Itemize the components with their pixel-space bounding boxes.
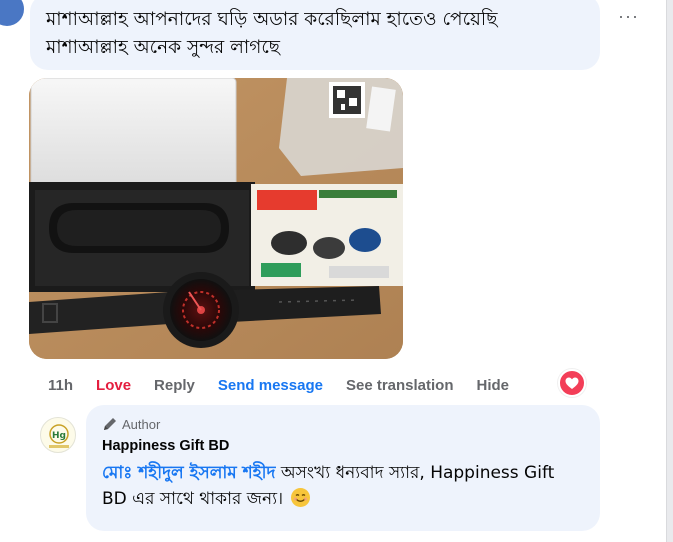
comment-actions: 11h Love Reply Send message See translat… [48, 374, 532, 396]
heart-icon [565, 377, 579, 389]
more-options-icon[interactable]: ··· [618, 6, 639, 27]
comment-text: মাশাআল্লাহ আপনাদের ঘড়ি অডার করেছিলাম হা… [46, 9, 498, 58]
author-badge: Author [102, 415, 584, 433]
reply-bubble: Author Happiness Gift BD মোঃ শহীদুল ইসলা… [86, 405, 600, 531]
mention-link[interactable]: মোঃ শহীদুল ইসলাম শহীদ [102, 463, 275, 483]
comment-bubble: মাশাআল্লাহ আপনাদের ঘড়ি অডার করেছিলাম হা… [30, 0, 600, 70]
love-button[interactable]: Love [96, 377, 131, 394]
emoji-face [291, 488, 310, 507]
reply-button[interactable]: Reply [154, 377, 195, 394]
send-message-button[interactable]: Send message [218, 377, 323, 394]
replier-name[interactable]: Happiness Gift BD [102, 438, 584, 458]
pen-icon [104, 418, 116, 430]
see-translation-button[interactable]: See translation [346, 377, 454, 394]
scrollbar[interactable] [666, 0, 673, 542]
svg-text:Hg: Hg [52, 431, 66, 441]
commenter-avatar[interactable] [0, 0, 26, 28]
comment-timestamp[interactable]: 11h [48, 377, 73, 394]
comment-thread: মাশাআল্লাহ আপনাদের ঘড়ি অডার করেছিলাম হা… [0, 0, 673, 542]
reply-text: মোঃ শহীদুল ইসলাম শহীদ অসংখ্য ধন্যবাদ স্য… [102, 460, 584, 512]
smiling-face-icon [290, 488, 310, 507]
love-reaction-icon[interactable] [558, 369, 586, 397]
page-avatar[interactable]: Hg [40, 417, 76, 453]
comment-photo[interactable] [29, 78, 403, 359]
author-label: Author [122, 416, 161, 432]
happiness-gift-logo-icon: Hg [49, 424, 69, 448]
watch-box-photo [29, 78, 403, 359]
hide-button[interactable]: Hide [477, 377, 510, 394]
